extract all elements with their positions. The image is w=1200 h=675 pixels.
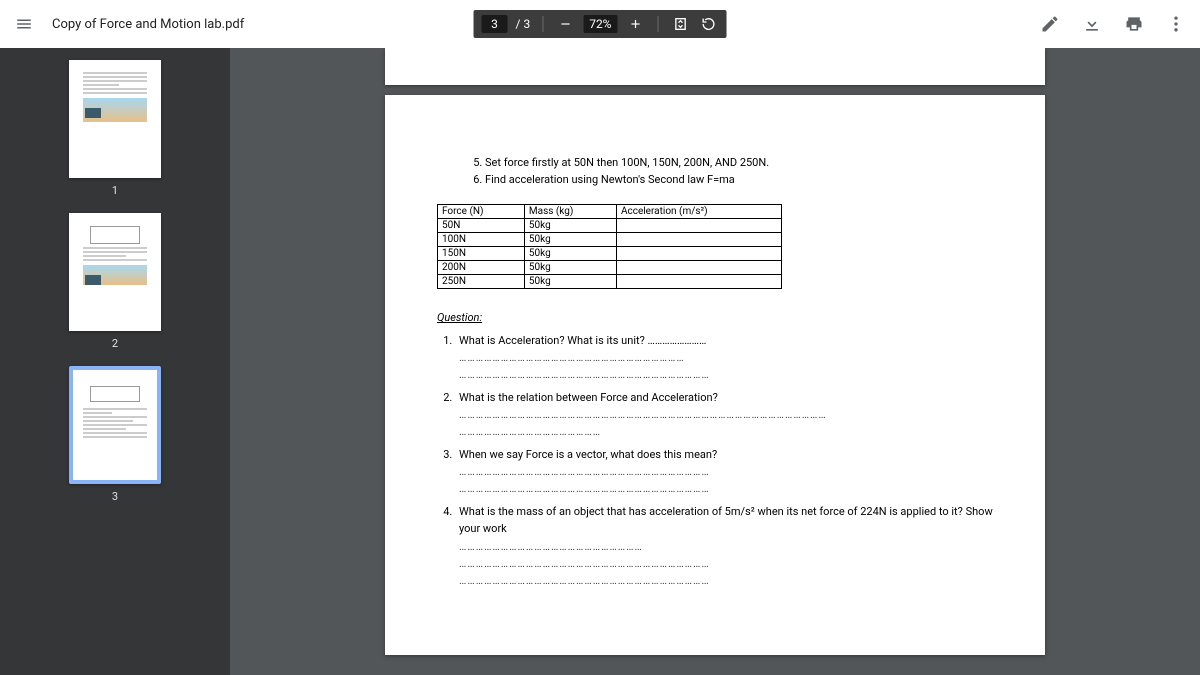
thumb-label: 2 (112, 337, 118, 350)
table-row: 150N50kg (438, 247, 782, 261)
data-table: Force (N) Mass (kg) Acceleration (m/s²) … (437, 204, 782, 289)
thumbnail-sidebar: 1 2 (0, 48, 230, 675)
page-3: Set force firstly at 50N then 100N, 150N… (385, 95, 1045, 655)
document-viewer[interactable]: Set force firstly at 50N then 100N, 150N… (230, 48, 1200, 675)
fit-page-button[interactable] (670, 14, 690, 34)
page-number-input[interactable]: 3 (482, 15, 508, 33)
zoom-level[interactable]: 72% (583, 15, 617, 33)
download-icon[interactable] (1080, 12, 1104, 36)
more-icon[interactable] (1164, 12, 1188, 36)
table-row: 50N50kg (438, 219, 782, 233)
zoom-out-button[interactable] (555, 14, 575, 34)
page-controls: 3 / 3 72% (474, 10, 727, 38)
zoom-in-button[interactable] (625, 14, 645, 34)
divider (657, 16, 658, 32)
divider (542, 16, 543, 32)
col-force: Force (N) (438, 205, 525, 219)
thumbnail-page-3[interactable] (69, 366, 161, 484)
col-accel: Acceleration (m/s²) (616, 205, 781, 219)
toolbar: Copy of Force and Motion lab.pdf 3 / 3 7… (0, 0, 1200, 48)
table-row: 200N50kg (438, 261, 782, 275)
question-4: What is the mass of an object that has a… (455, 503, 993, 588)
question-1: What is Acceleration? What is its unit? … (455, 332, 993, 383)
thumbnail-page-2[interactable] (69, 213, 161, 331)
page-2-bottom (385, 48, 1045, 85)
col-mass: Mass (kg) (524, 205, 616, 219)
menu-icon[interactable] (12, 12, 36, 36)
rotate-button[interactable] (698, 14, 718, 34)
instruction-6: Find acceleration using Newton's Second … (485, 172, 993, 189)
thumbnail-page-1[interactable] (69, 60, 161, 178)
print-icon[interactable] (1122, 12, 1146, 36)
instruction-5: Set force firstly at 50N then 100N, 150N… (485, 155, 993, 172)
question-heading: Question: (437, 311, 993, 324)
table-row: 100N50kg (438, 233, 782, 247)
main: 1 2 (0, 48, 1200, 675)
annotate-icon[interactable] (1038, 12, 1062, 36)
thumb-label: 1 (112, 184, 118, 197)
question-2: What is the relation between Force and A… (455, 389, 993, 440)
page-total: / 3 (516, 17, 531, 31)
table-row: 250N50kg (438, 275, 782, 289)
thumb-label: 3 (112, 490, 118, 503)
doc-title: Copy of Force and Motion lab.pdf (52, 17, 244, 32)
question-3: When we say Force is a vector, what does… (455, 446, 993, 497)
